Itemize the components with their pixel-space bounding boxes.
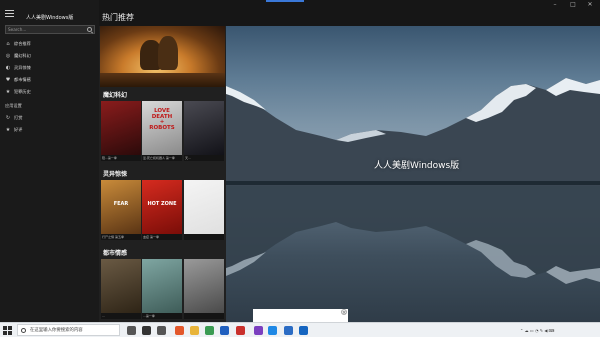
taskbar-search-box[interactable]: 在这里输入你要搜索的内容 (17, 324, 120, 336)
app-icon[interactable] (236, 326, 245, 335)
task-view-icon[interactable] (127, 326, 136, 335)
search-icon[interactable] (87, 27, 92, 32)
preview-background: 人人美剧Windows版 (226, 26, 600, 322)
poster-image (184, 180, 224, 234)
banner-image (158, 36, 178, 70)
sidebar-item-label: 都市情感 (14, 77, 31, 82)
sidebar-item-label: 犯罪历史 (14, 89, 31, 94)
settings-section-label: 应用设置 (5, 103, 22, 108)
title-bar: – □ ✕ (0, 0, 600, 10)
chrome-icon[interactable] (205, 326, 214, 335)
category-title: 灵异惊悚 (103, 171, 128, 178)
poster-image (101, 259, 141, 313)
sidebar-item-thriller[interactable]: ◐ 灵异惊悚 (0, 62, 99, 74)
app-window: 人人美剧Windows版 ⌂ 综合推荐 ◎ 魔幻科幻 ◐ 灵异惊悚 ♥ 都市情感… (0, 0, 600, 322)
show-poster[interactable]: ... (101, 259, 141, 319)
sidebar-item-recommend[interactable]: ⌂ 综合推荐 (0, 38, 99, 50)
show-poster[interactable]: ...第一季 (142, 259, 182, 319)
sidebar-item-label: 灵异惊悚 (14, 65, 31, 70)
poster-image (142, 259, 182, 313)
close-icon[interactable]: × (341, 309, 347, 316)
poster-title-art: LOVE DEATH + ROBOTS (149, 108, 175, 131)
sidebar-item-label: 好评 (14, 127, 23, 132)
store-icon[interactable] (142, 326, 151, 335)
sidebar-item-label: 综合推荐 (14, 41, 31, 46)
show-poster[interactable]: 陪...第一季 (101, 101, 141, 161)
sidebar-item-fantasy[interactable]: ◎ 魔幻科幻 (0, 50, 99, 62)
star-icon: ★ (5, 89, 11, 95)
poster-caption: 血疫 第一季 (142, 234, 182, 240)
poster-caption: 天... (184, 155, 224, 161)
search-input[interactable] (8, 26, 84, 33)
taskbar-search-text: 在这里输入你要搜索的内容 (30, 328, 83, 333)
poster-title-art: HOT ZONE (147, 201, 177, 207)
show-list-panel: 魔幻科幻陪...第一季 LOVE DEATH + ROBOTS 爱,死亡和机器人 第… (99, 26, 226, 322)
mountain-landscape-image (226, 78, 600, 284)
app-icon[interactable] (299, 326, 308, 335)
folder-icon[interactable] (190, 326, 199, 335)
preview-title: 人人美剧Windows版 (374, 161, 460, 171)
category-title: 都市情感 (103, 250, 128, 257)
show-poster[interactable]: LOVE DEATH + ROBOTS 爱,死亡和机器人 第一季 (142, 101, 182, 161)
sidebar-item-crime[interactable]: ★ 犯罪历史 (0, 86, 99, 98)
poster-caption: ...第一季 (142, 313, 182, 319)
poster-caption (184, 313, 224, 319)
search-box[interactable] (5, 25, 95, 34)
poster-caption: ... (101, 313, 141, 319)
sidebar-item-label: 打赏 (14, 115, 23, 120)
taskbar: 在这里输入你要搜索的内容 ⌃ ☁ ▭ ◔ ✎ ◀ ⌨ (0, 322, 600, 337)
poster-title-art: FEAR (113, 201, 129, 207)
sidebar: 人人美剧Windows版 ⌂ 综合推荐 ◎ 魔幻科幻 ◐ 灵异惊悚 ♥ 都市情感… (0, 0, 99, 322)
app-title: 人人美剧Windows版 (26, 15, 74, 21)
category-title: 魔幻科幻 (103, 92, 128, 99)
home-icon: ⌂ (6, 41, 10, 47)
page-title: 热门推荐 (102, 13, 134, 22)
visual-studio-icon[interactable] (254, 326, 263, 335)
poster-caption: 行尸之惧 第五季 (101, 234, 141, 240)
banner-pagination[interactable] (144, 82, 184, 85)
vscode-icon[interactable] (268, 326, 277, 335)
title-bar-accent (266, 0, 304, 2)
app-icon[interactable] (284, 326, 293, 335)
star-icon: ★ (5, 127, 11, 133)
sidebar-item-label: 魔幻科幻 (14, 53, 31, 58)
poster-image (184, 101, 224, 155)
close-button[interactable]: ✕ (583, 1, 597, 9)
poster-caption: 陪...第一季 (101, 155, 141, 161)
poster-caption (184, 234, 224, 240)
ghost-icon: ◐ (5, 65, 11, 71)
hamburger-menu-icon[interactable] (5, 10, 14, 18)
show-poster[interactable] (184, 259, 224, 319)
app-icon[interactable] (220, 326, 229, 335)
poster-image: FEAR (101, 180, 141, 234)
maximize-button[interactable]: □ (566, 1, 580, 9)
show-poster[interactable]: 天... (184, 101, 224, 161)
globe-icon: ◎ (5, 53, 11, 59)
poster-image (184, 259, 224, 313)
sidebar-item-romance[interactable]: ♥ 都市情感 (0, 74, 99, 86)
poster-caption: 爱,死亡和机器人 第一季 (142, 155, 182, 161)
refresh-icon: ↻ (5, 115, 11, 121)
system-tray[interactable]: ⌃ ☁ ▭ ◔ ✎ ◀ ⌨ (520, 327, 554, 334)
ad-box[interactable]: × (253, 309, 348, 322)
minimize-button[interactable]: – (548, 1, 562, 9)
search-icon (21, 328, 26, 333)
sidebar-item-rate[interactable]: ★ 好评 (0, 124, 99, 136)
poster-image: LOVE DEATH + ROBOTS (142, 101, 182, 155)
show-poster[interactable]: HOT ZONE 血疫 第一季 (142, 180, 182, 240)
show-poster[interactable] (184, 180, 224, 240)
featured-banner[interactable] (100, 26, 225, 87)
poster-image: HOT ZONE (142, 180, 182, 234)
mail-icon[interactable] (157, 326, 166, 335)
heart-icon: ♥ (5, 77, 11, 83)
firefox-icon[interactable] (175, 326, 184, 335)
poster-image (101, 101, 141, 155)
sidebar-item-donate[interactable]: ↻ 打赏 (0, 112, 99, 124)
show-poster[interactable]: FEAR 行尸之惧 第五季 (101, 180, 141, 240)
windows-start-icon[interactable] (3, 326, 12, 335)
